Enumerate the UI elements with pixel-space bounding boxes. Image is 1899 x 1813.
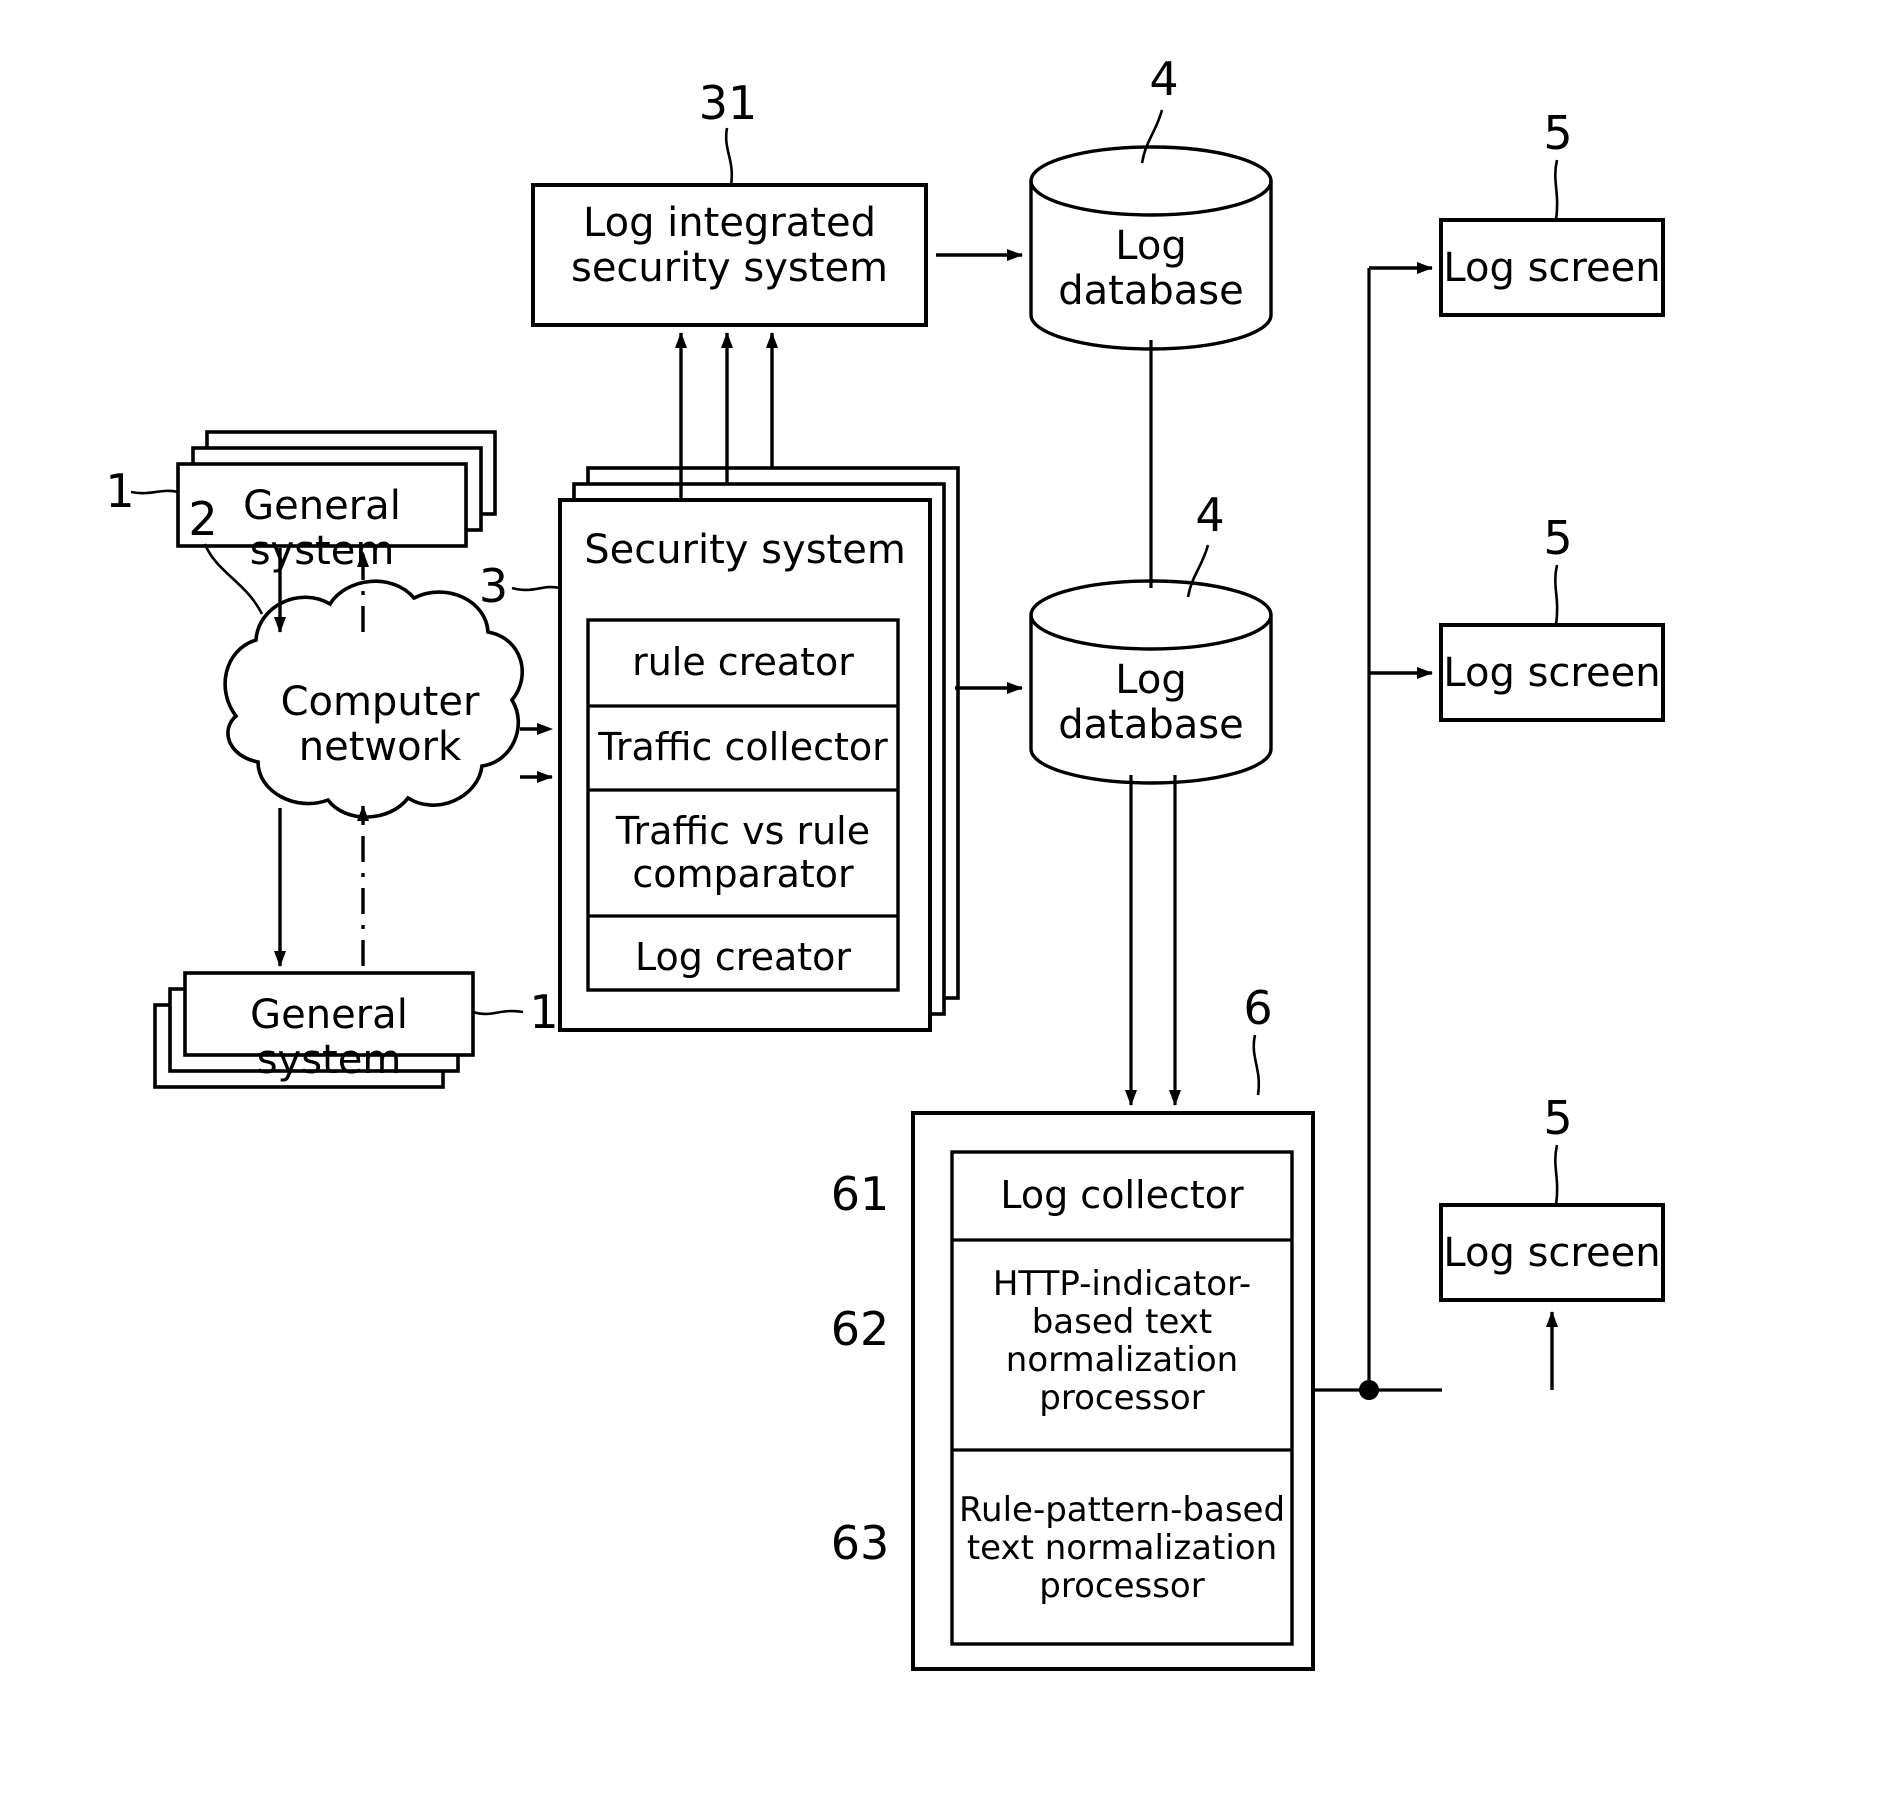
ref-numeral-63: 63 — [830, 1516, 890, 1570]
ref-numeral-1-bottom: 1 — [529, 985, 559, 1039]
log-screen-mid-label: Log screen — [1443, 650, 1661, 696]
ref-numeral-6: 6 — [1243, 981, 1273, 1035]
general-system-bottom-label: General system — [250, 992, 408, 1083]
ref-numeral-61: 61 — [830, 1167, 890, 1221]
log-module-rule-pattern-normalizer: Rule-pattern-based text normalization pr… — [958, 1490, 1286, 1607]
log-module-http-indicator-normalizer: HTTP-indicator- based text normalization… — [992, 1264, 1252, 1419]
security-module-rule-creator: rule creator — [632, 640, 854, 684]
ref-numeral-4-top: 4 — [1149, 52, 1179, 106]
general-system-top-label: General system — [243, 483, 401, 574]
ref-numeral-1-top: 1 — [105, 464, 135, 518]
ref-numeral-62: 62 — [830, 1302, 890, 1356]
security-module-traffic-vs-rule-comparator: Traffic vs rule comparator — [615, 809, 871, 896]
log-screen-top-label: Log screen — [1443, 245, 1661, 291]
figure-canvas: 31 4 5 1 2 3 4 5 1 6 61 62 63 5 Log inte… — [0, 0, 1899, 1813]
log-database-bottom-label: Log database — [1058, 657, 1244, 748]
security-module-traffic-collector: Traffic collector — [598, 725, 888, 769]
log-database-top-label: Log database — [1058, 223, 1244, 314]
log-screen-bottom-label: Log screen — [1443, 1230, 1661, 1276]
ref-numeral-5-bottom: 5 — [1543, 1091, 1573, 1145]
ref-numeral-3: 3 — [478, 559, 509, 613]
log-module-log-collector: Log collector — [1000, 1173, 1244, 1217]
security-module-log-creator: Log creator — [634, 935, 852, 979]
ref-numeral-5-mid: 5 — [1543, 511, 1573, 565]
computer-network-label: Computer network — [280, 679, 480, 770]
security-system-label: Security system — [584, 527, 906, 573]
log-integrated-security-system-label: Log integrated security system — [570, 200, 889, 291]
ref-numeral-5-top: 5 — [1543, 106, 1573, 160]
ref-numeral-4-bottom: 4 — [1195, 488, 1225, 542]
ref-numeral-31: 31 — [698, 76, 758, 130]
